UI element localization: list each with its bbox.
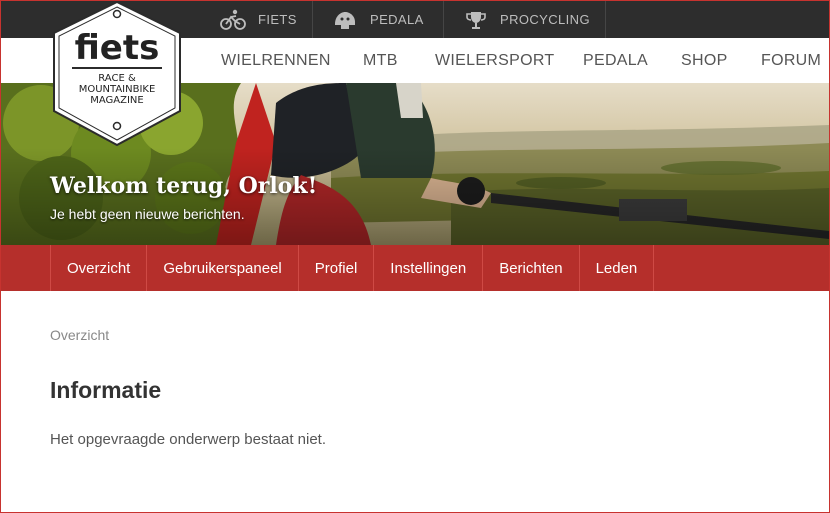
svg-text:fiets: fiets [75,28,160,68]
topbar-link-pedala[interactable]: PEDALA [332,1,424,38]
nav-mtb[interactable]: MTB [363,38,398,83]
nav-shop[interactable]: SHOP [681,38,728,83]
topbar-link-procycling[interactable]: PROCYCLING [464,1,590,38]
nav-forum[interactable]: FORUM [761,38,821,83]
page-title: Informatie [50,377,162,403]
profile-tab-bar: Overzicht Gebruikerspaneel Profiel Inste… [1,245,829,291]
cup-icon [466,11,486,29]
svg-text:MAGAZINE: MAGAZINE [90,95,143,106]
topbar-label-pedala: PEDALA [370,12,424,27]
cyclist-icon [220,9,246,30]
tab-leden[interactable]: Leden [580,245,655,291]
helmet-icon [335,11,355,29]
site-logo[interactable]: fiets RACE & MOUNTAINBIKE MAGAZINE [50,0,184,147]
tab-overzicht[interactable]: Overzicht [51,245,148,291]
nav-wielersport[interactable]: WIELERSPORT [435,38,554,83]
info-message: Het opgevraagde onderwerp bestaat niet. [50,431,327,448]
tab-instellingen[interactable]: Instellingen [374,245,484,291]
nav-pedala[interactable]: PEDALA [583,38,648,83]
topbar-link-fiets[interactable]: FIETS [220,1,297,38]
welcome-heading: Welkom terug, Orlok! [50,173,318,199]
breadcrumb[interactable]: Overzicht [50,327,109,343]
tab-list: Overzicht Gebruikerspaneel Profiel Inste… [50,245,655,291]
svg-text:MOUNTAINBIKE: MOUNTAINBIKE [79,84,156,95]
welcome-subtitle: Je hebt geen nieuwe berichten. [50,206,245,222]
topbar-label-procycling: PROCYCLING [500,12,590,27]
topbar-divider [443,1,444,38]
svg-text:RACE &: RACE & [98,73,136,84]
topbar-divider [312,1,313,38]
tab-berichten[interactable]: Berichten [483,245,580,291]
tab-gebruikerspaneel[interactable]: Gebruikerspaneel [147,245,299,291]
fiets-logo-badge: fiets RACE & MOUNTAINBIKE MAGAZINE [53,0,181,147]
topbar-label-fiets: FIETS [258,12,297,27]
tab-profiel[interactable]: Profiel [299,245,375,291]
nav-wielrennen[interactable]: WIELRENNEN [221,38,331,83]
topbar-divider [605,1,606,38]
